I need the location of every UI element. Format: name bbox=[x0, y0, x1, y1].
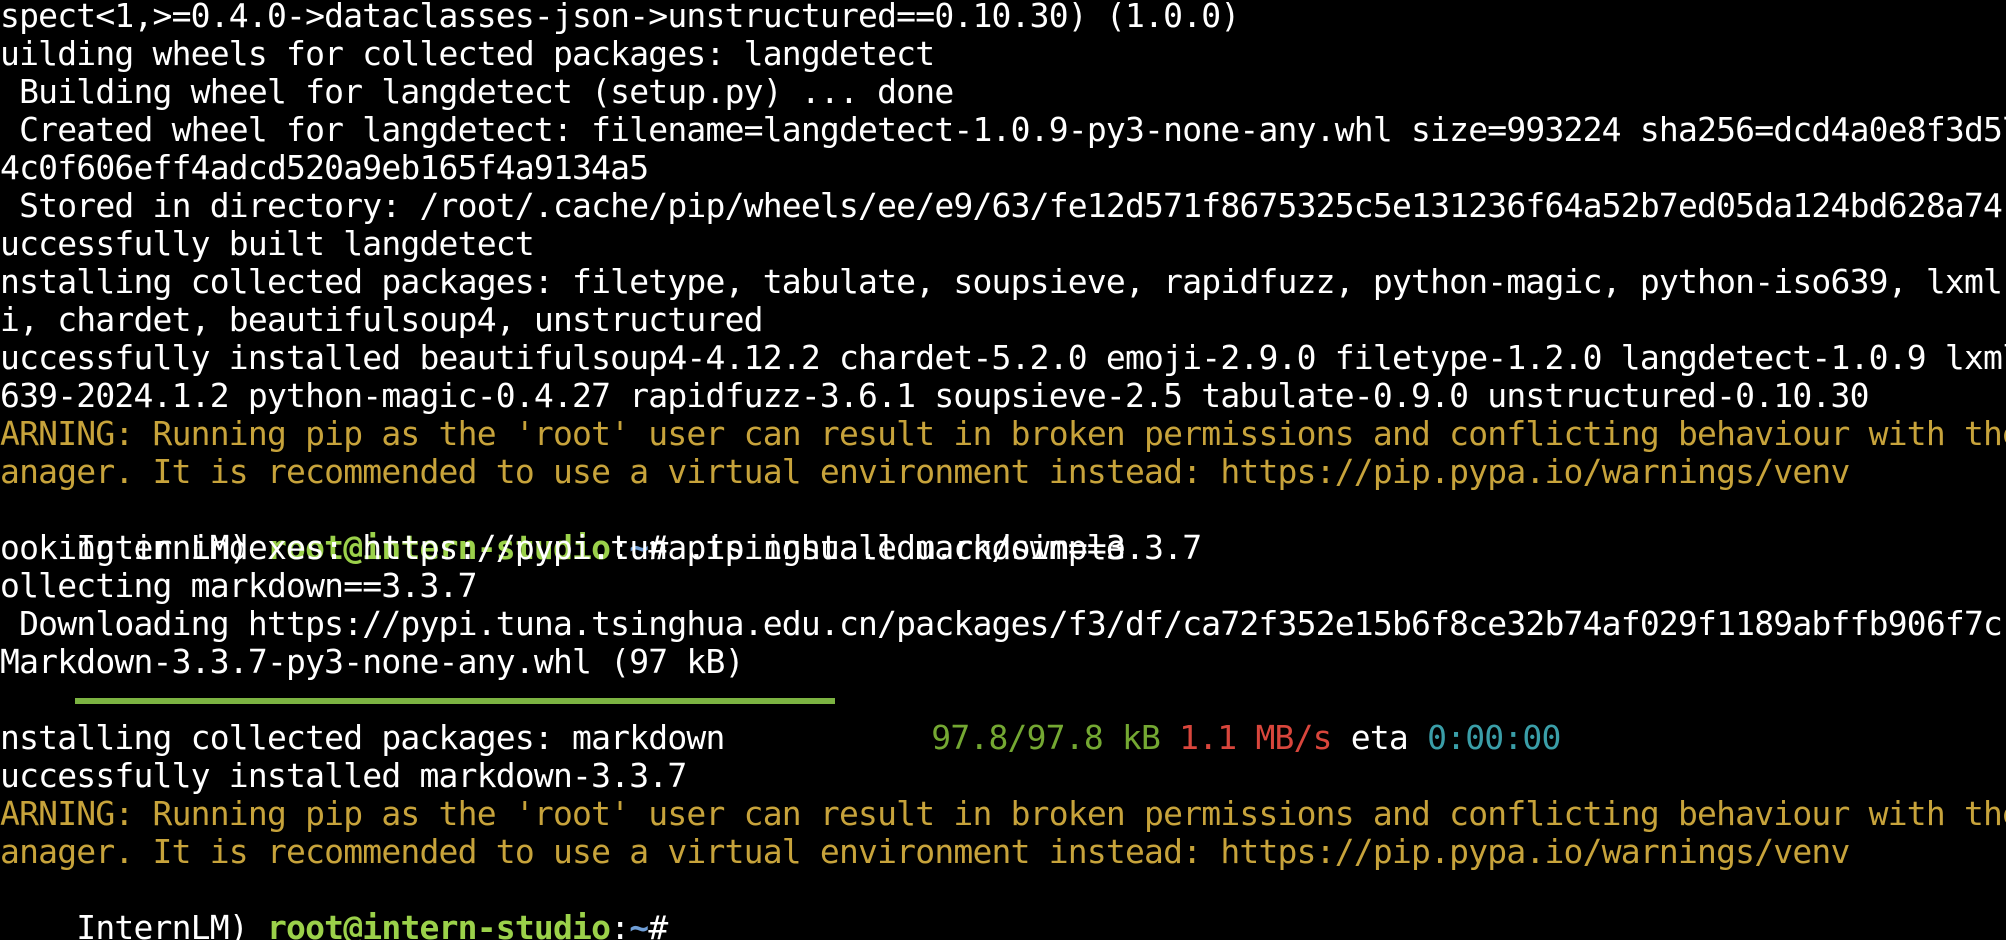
warning-line: anager. It is recommended to use a virtu… bbox=[0, 452, 1850, 491]
shell-prompt-line: InternLM) root@intern-studio:~# bbox=[0, 871, 668, 940]
warning-line: anager. It is recommended to use a virtu… bbox=[0, 832, 1850, 871]
output-line: Markdown-3.3.7-py3-none-any.whl (97 kB) bbox=[0, 642, 744, 681]
output-line: uccessfully built langdetect bbox=[0, 224, 535, 263]
output-line: spect<1,>=0.4.0->dataclasses-json->unstr… bbox=[0, 0, 1240, 35]
output-line: uccessfully installed beautifulsoup4-4.1… bbox=[0, 338, 2006, 377]
shell-prompt-line[interactable]: InternLM) root@intern-studio:~# bbox=[0, 909, 667, 940]
warning-line: ARNING: Running pip as the 'root' user c… bbox=[0, 794, 2006, 833]
output-line: Building wheel for langdetect (setup.py)… bbox=[0, 72, 954, 111]
progress-speed: 1.1 MB/s bbox=[1179, 718, 1332, 757]
progress-downloaded: 97.8/97.8 kB bbox=[931, 718, 1161, 757]
output-line: i, chardet, beautifulsoup4, unstructured bbox=[0, 300, 764, 339]
terminal-window[interactable]: spect<1,>=0.4.0->dataclasses-json->unstr… bbox=[0, 0, 2006, 940]
output-line: 4c0f606eff4adcd520a9eb165f4a9134a5 bbox=[0, 148, 649, 187]
warning-line: ARNING: Running pip as the 'root' user c… bbox=[0, 414, 2006, 453]
shell-prompt-line: InternLM) root@intern-studio:~# pip inst… bbox=[0, 491, 1202, 567]
progress-eta-value: 0:00:00 bbox=[1427, 718, 1561, 757]
progress-eta-label: eta bbox=[1350, 718, 1409, 757]
output-line: ollecting markdown==3.3.7 bbox=[0, 566, 478, 605]
output-line: ooking in indexes: https://pypi.tuna.tsi… bbox=[0, 528, 1126, 567]
progress-stats: 97.8/97.8 kB 1.1 MB/s eta 0:00:00 bbox=[855, 681, 1561, 757]
output-line: nstalling collected packages: filetype, … bbox=[0, 262, 2006, 301]
output-line: nstalling collected packages: markdown bbox=[0, 718, 725, 757]
output-line: uilding wheels for collected packages: l… bbox=[0, 34, 935, 73]
output-line: Stored in directory: /root/.cache/pip/wh… bbox=[0, 186, 2003, 225]
download-progress-bar bbox=[75, 698, 835, 704]
output-line: uccessfully installed markdown-3.3.7 bbox=[0, 756, 687, 795]
output-line: Downloading https://pypi.tuna.tsinghua.e… bbox=[0, 604, 2006, 643]
output-line: Created wheel for langdetect: filename=l… bbox=[0, 110, 2006, 149]
output-line: 639-2024.1.2 python-magic-0.4.27 rapidfu… bbox=[0, 376, 1869, 415]
